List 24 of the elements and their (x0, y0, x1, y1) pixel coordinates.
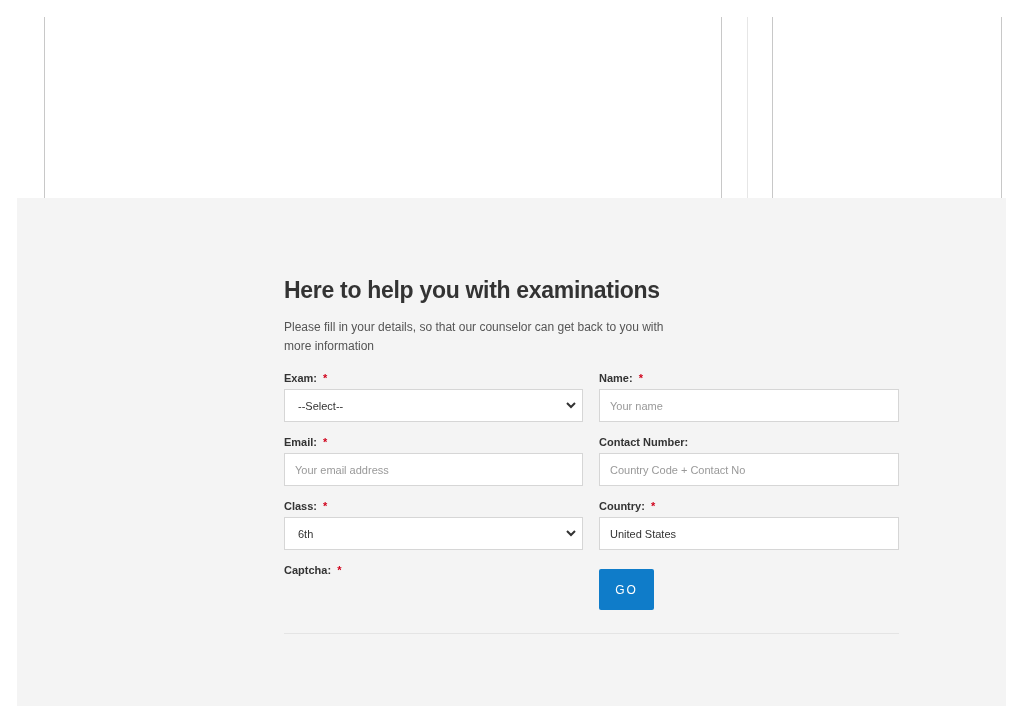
field-label: Contact Number: (599, 436, 689, 448)
chevron-icon (566, 402, 576, 409)
select-field[interactable]: 6th (284, 517, 583, 550)
form-intro: Please fill in your details, so that our counselor can get back to you with more information (284, 319, 665, 355)
field-label: Class: (284, 500, 318, 512)
go-button[interactable]: GO (599, 569, 654, 610)
select-field[interactable]: --Select-- (284, 389, 583, 422)
form-heading: Here to help you with examinations (284, 276, 661, 305)
input-field[interactable]: Your name (599, 389, 899, 422)
input-field[interactable]: Country Code + Contact No (599, 453, 899, 486)
required-mark: * (650, 500, 656, 512)
field-label: Name: (599, 372, 633, 384)
input-field[interactable]: Your email address (284, 453, 583, 486)
field-label: Captcha: (284, 564, 332, 576)
chevron-icon (566, 530, 576, 537)
required-mark: * (323, 372, 328, 384)
field-label: Country: (599, 500, 645, 512)
required-mark: * (337, 564, 342, 576)
required-mark: * (323, 500, 328, 512)
field-label: Exam: (284, 372, 318, 384)
required-mark: * (638, 372, 643, 384)
required-mark: * (323, 436, 328, 448)
field-label: Email: (284, 436, 317, 448)
input-field[interactable]: United States (599, 517, 899, 550)
